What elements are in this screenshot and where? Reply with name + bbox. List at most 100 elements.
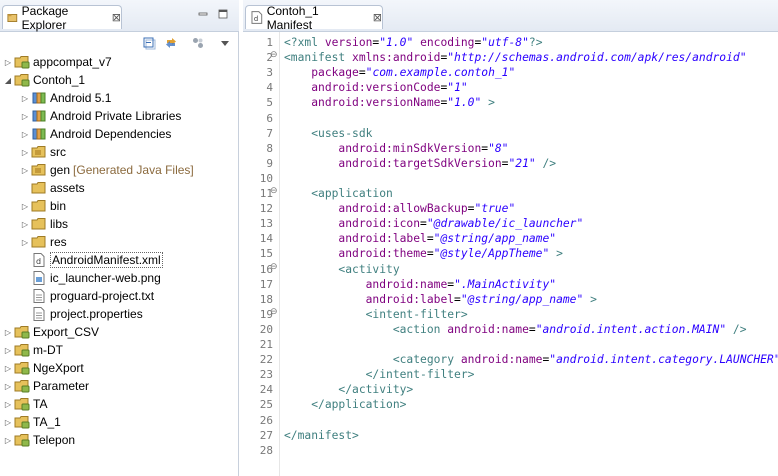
code-token: <application xyxy=(311,187,393,200)
expanded-arrow-icon[interactable]: ◢ xyxy=(2,74,14,86)
tree-item[interactable]: ▷ gen [Generated Java Files] xyxy=(0,161,238,179)
tree-item-label: libs xyxy=(50,217,69,231)
tree-item[interactable]: ▷ Parameter xyxy=(0,377,238,395)
library-icon xyxy=(31,127,47,141)
tree-item[interactable]: project.properties xyxy=(0,305,238,323)
code-text-area[interactable]: <?xml version="1.0" encoding="utf-8"?> <m… xyxy=(279,32,778,476)
tree-item[interactable]: ▷ Android Private Libraries xyxy=(0,107,238,125)
line-number: 16 xyxy=(259,262,273,276)
tree-item[interactable]: ▷ TA_1 xyxy=(0,413,238,431)
code-token: > xyxy=(549,247,563,261)
collapsed-arrow-icon[interactable]: ▷ xyxy=(2,416,14,428)
tree-item[interactable]: ▷ Export_CSV xyxy=(0,323,238,341)
tree-item[interactable]: ▷ NgeXport xyxy=(0,359,238,377)
image-file-icon xyxy=(31,271,47,285)
code-line: android:allowBackup="true" xyxy=(284,201,515,216)
code-token: <uses-sdk xyxy=(311,126,373,140)
fold-toggle-icon[interactable]: ⊖ xyxy=(270,262,279,272)
tree-item[interactable]: d AndroidManifest.xml xyxy=(0,251,238,269)
tree-item[interactable]: ◢ Contoh_1 xyxy=(0,71,238,89)
project-icon xyxy=(14,325,30,339)
collapsed-arrow-icon[interactable]: ▷ xyxy=(2,56,14,68)
tree-item[interactable]: ic_launcher-web.png xyxy=(0,269,238,287)
collapsed-arrow-icon[interactable]: ▷ xyxy=(19,92,31,104)
tree-item-label: AndroidManifest.xml xyxy=(50,252,163,268)
collapsed-arrow-icon[interactable]: ▷ xyxy=(2,434,14,446)
code-token: = xyxy=(420,217,427,231)
tree-item[interactable]: ▷ res xyxy=(0,233,238,251)
link-with-editor-icon[interactable] xyxy=(164,36,178,50)
fold-toggle-icon[interactable]: ⊖ xyxy=(270,186,279,196)
tree-item-label: Parameter xyxy=(33,379,90,393)
tree-item[interactable]: ▷ libs xyxy=(0,215,238,233)
code-token: "@style/AppTheme" xyxy=(433,247,550,261)
project-icon xyxy=(14,433,30,447)
tree-item[interactable]: ▷ src xyxy=(0,143,238,161)
tree-item[interactable]: ▷ m-DT xyxy=(0,341,238,359)
editor-tab-label: Contoh_1 Manifest xyxy=(266,3,319,32)
folder-icon xyxy=(31,181,47,195)
code-token: "utf-8" xyxy=(481,36,529,49)
code-token: android:label xyxy=(365,292,455,306)
tree-item-label: TA_1 xyxy=(33,415,61,429)
line-number: 22 xyxy=(259,353,273,367)
tree-item[interactable]: ▷ TA xyxy=(0,395,238,413)
tree-item-label: NgeXport xyxy=(33,361,84,375)
collapsed-arrow-icon[interactable]: ▷ xyxy=(2,362,14,374)
code-line: </intent-filter> xyxy=(284,367,475,382)
project-icon xyxy=(14,379,30,393)
tree-item-decoration: [Generated Java Files] xyxy=(73,163,194,177)
code-line: package="com.example.contoh_1" xyxy=(284,65,515,80)
tree-item[interactable]: ▷ Android Dependencies xyxy=(0,125,238,143)
collapsed-arrow-icon[interactable]: ▷ xyxy=(19,218,31,230)
line-number: 19 xyxy=(259,307,273,321)
view-menu-icon[interactable] xyxy=(218,36,232,50)
tree-item[interactable]: ▷ Telepon xyxy=(0,431,238,449)
maximize-icon[interactable] xyxy=(218,9,228,19)
close-icon[interactable]: ⊠ xyxy=(373,11,382,24)
tab-contoh-1-manifest[interactable]: d Contoh_1 Manifest ⊠ xyxy=(245,3,383,32)
code-token: </activity> xyxy=(338,383,414,397)
source-folder-icon xyxy=(31,163,47,177)
tree-item[interactable]: assets xyxy=(0,179,238,197)
line-number: 13 xyxy=(259,217,273,231)
fold-toggle-icon[interactable]: ⊖ xyxy=(270,50,279,60)
collapsed-arrow-icon[interactable]: ▷ xyxy=(19,164,31,176)
code-token: </manifest> xyxy=(284,428,359,442)
tree-item-label: m-DT xyxy=(33,343,63,357)
package-explorer-view: Package Explorer ⊠ ▷ appcompat_v7 ◢ Cont… xyxy=(0,0,239,476)
focus-icon[interactable] xyxy=(191,36,205,50)
collapsed-arrow-icon[interactable]: ▷ xyxy=(19,146,31,158)
collapsed-arrow-icon[interactable]: ▷ xyxy=(19,236,31,248)
collapsed-arrow-icon[interactable]: ▷ xyxy=(19,128,31,140)
tree-item[interactable]: proguard-project.txt xyxy=(0,287,238,305)
collapsed-arrow-icon[interactable]: ▷ xyxy=(2,380,14,392)
tree-item[interactable]: ▷ bin xyxy=(0,197,238,215)
close-icon[interactable]: ⊠ xyxy=(112,11,121,24)
collapsed-arrow-icon[interactable]: ▷ xyxy=(19,200,31,212)
code-token: > xyxy=(481,96,495,110)
tab-package-explorer[interactable]: Package Explorer ⊠ xyxy=(2,4,122,32)
collapse-all-icon[interactable] xyxy=(142,36,156,50)
code-token: android:versionCode xyxy=(311,81,441,95)
tree-item[interactable]: ▷ appcompat_v7 xyxy=(0,53,238,71)
fold-toggle-icon[interactable]: ⊖ xyxy=(270,307,279,317)
code-token: = xyxy=(454,292,461,306)
collapsed-arrow-icon[interactable]: ▷ xyxy=(2,344,14,356)
minimize-icon[interactable] xyxy=(198,9,208,19)
svg-text:d: d xyxy=(36,257,41,266)
code-token: "android.intent.action.MAIN" xyxy=(535,322,727,336)
source-folder-icon xyxy=(31,145,47,159)
tree-item[interactable]: ▷ Android 5.1 xyxy=(0,89,238,107)
collapsed-arrow-icon[interactable]: ▷ xyxy=(2,326,14,338)
collapsed-arrow-icon[interactable]: ▷ xyxy=(2,398,14,410)
collapsed-arrow-icon[interactable]: ▷ xyxy=(19,110,31,122)
line-number: 6 xyxy=(266,111,273,125)
code-token: android:theme xyxy=(338,247,427,261)
